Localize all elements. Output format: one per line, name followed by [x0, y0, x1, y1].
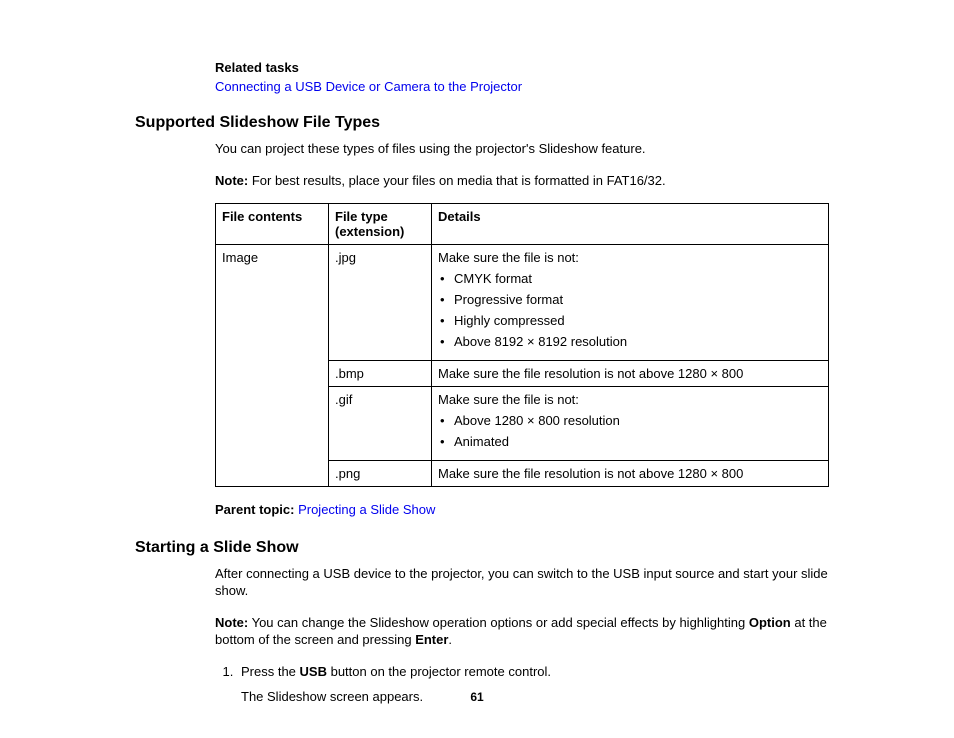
parent-topic-link[interactable]: Projecting a Slide Show — [298, 502, 435, 517]
jpg-detail-intro: Make sure the file is not: — [438, 250, 579, 265]
jpg-bullet-progressive: Progressive format — [438, 292, 822, 307]
cell-png-details: Make sure the file resolution is not abo… — [432, 461, 829, 487]
note-fat16: Note: For best results, place your files… — [215, 172, 829, 190]
cell-image: Image — [216, 245, 329, 487]
note-bold-enter: Enter — [415, 632, 448, 647]
note-bold-option: Option — [749, 615, 791, 630]
note-label: Note: — [215, 173, 248, 188]
heading-supported-filetypes: Supported Slideshow File Types — [135, 114, 829, 132]
th-file-type: File type (extension) — [329, 204, 432, 245]
starting-intro: After connecting a USB device to the pro… — [215, 565, 829, 600]
note-option: Note: You can change the Slideshow opera… — [215, 614, 829, 649]
th-details: Details — [432, 204, 829, 245]
step1-usb-bold: USB — [300, 664, 327, 679]
cell-gif-details: Make sure the file is not: Above 1280 × … — [432, 387, 829, 461]
note-text-2a: You can change the Slideshow operation o… — [248, 615, 749, 630]
jpg-bullet-resolution: Above 8192 × 8192 resolution — [438, 334, 822, 349]
page-number: 61 — [0, 690, 954, 704]
filetype-table: File contents File type (extension) Deta… — [215, 203, 829, 487]
step1-text-a: Press the — [241, 664, 300, 679]
note-text-2c: . — [448, 632, 452, 647]
th-file-contents: File contents — [216, 204, 329, 245]
parent-topic-label: Parent topic: — [215, 502, 298, 517]
gif-bullet-animated: Animated — [438, 434, 822, 449]
cell-png-ext: .png — [329, 461, 432, 487]
jpg-bullet-cmyk: CMYK format — [438, 271, 822, 286]
related-tasks-label: Related tasks — [215, 60, 829, 75]
intro-paragraph: You can project these types of files usi… — [215, 140, 829, 158]
step1-text-b: button on the projector remote control. — [327, 664, 551, 679]
parent-topic: Parent topic: Projecting a Slide Show — [215, 501, 829, 519]
cell-jpg-ext: .jpg — [329, 245, 432, 361]
note-text: For best results, place your files on me… — [248, 173, 665, 188]
related-link-usb[interactable]: Connecting a USB Device or Camera to the… — [215, 79, 522, 94]
gif-detail-intro: Make sure the file is not: — [438, 392, 579, 407]
cell-bmp-details: Make sure the file resolution is not abo… — [432, 361, 829, 387]
jpg-bullet-compressed: Highly compressed — [438, 313, 822, 328]
note-label-2: Note: — [215, 615, 248, 630]
cell-gif-ext: .gif — [329, 387, 432, 461]
cell-jpg-details: Make sure the file is not: CMYK format P… — [432, 245, 829, 361]
heading-starting-slideshow: Starting a Slide Show — [135, 539, 829, 557]
cell-bmp-ext: .bmp — [329, 361, 432, 387]
gif-bullet-resolution: Above 1280 × 800 resolution — [438, 413, 822, 428]
